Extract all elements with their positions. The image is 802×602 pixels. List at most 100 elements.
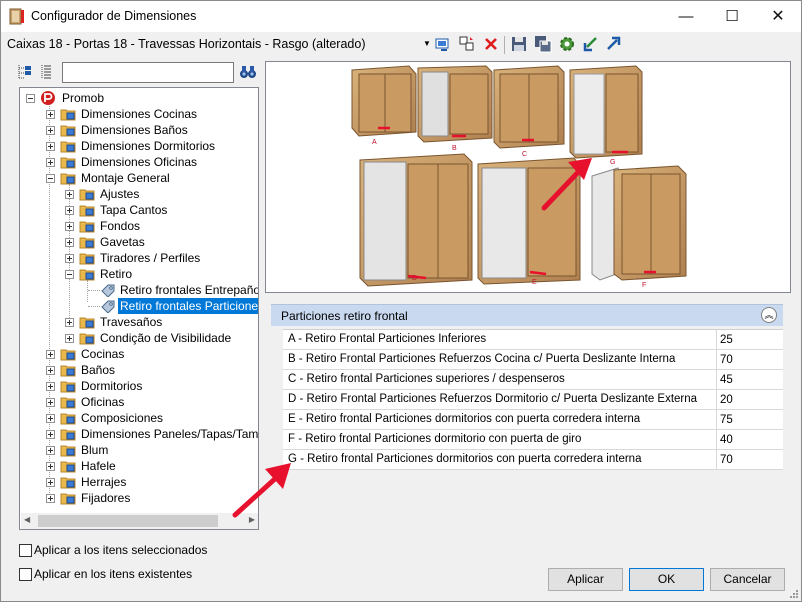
property-label: A - Retiro Frontal Particiones Inferiore…	[288, 333, 487, 345]
cabinet-illustration: A B C G D E F	[351, 65, 687, 289]
property-value-input[interactable]: 70	[716, 450, 783, 470]
table-row: B - Retiro Frontal Particiones Refuerzos…	[283, 350, 783, 370]
save-as-icon[interactable]	[534, 35, 552, 53]
export-icon[interactable]	[604, 35, 622, 53]
expand-toggle[interactable]	[46, 478, 55, 487]
folder-icon	[79, 253, 95, 265]
property-value-input[interactable]: 25	[716, 330, 783, 350]
ok-button[interactable]: OK	[629, 568, 704, 591]
folder-icon	[79, 317, 95, 329]
cabinet-e	[477, 157, 581, 285]
panel-title: Particiones retiro frontal	[281, 309, 408, 323]
apply-button[interactable]: Aplicar	[548, 568, 623, 591]
property-label: B - Retiro Frontal Particiones Refuerzos…	[288, 353, 676, 365]
chevron-down-icon[interactable]: ▼	[423, 39, 431, 48]
tree-item-label: Fijadores	[81, 491, 131, 505]
tree-item-label: Ajustes	[100, 187, 140, 201]
save-icon[interactable]	[510, 35, 528, 53]
folder-icon	[60, 461, 76, 473]
expand-toggle[interactable]	[65, 222, 74, 231]
window-title: Configurador de Dimensiones	[31, 9, 197, 23]
table-row: F - Retiro frontal Particiones dormitori…	[283, 430, 783, 450]
new-config-icon[interactable]	[434, 35, 452, 53]
property-label: E - Retiro frontal Particiones dormitori…	[288, 413, 641, 425]
expand-toggle[interactable]	[46, 110, 55, 119]
folder-icon	[60, 477, 76, 489]
expand-toggle[interactable]	[65, 334, 74, 343]
expand-toggle[interactable]	[65, 190, 74, 199]
resize-grip-icon[interactable]	[787, 587, 799, 599]
property-value-input[interactable]: 70	[716, 350, 783, 370]
expand-toggle[interactable]	[46, 494, 55, 503]
settings-gear-icon[interactable]	[558, 35, 576, 53]
minimize-button[interactable]: —	[663, 1, 709, 32]
tree-item-label: Retiro frontales Particiones	[118, 298, 258, 314]
property-value-input[interactable]: 75	[716, 410, 783, 430]
table-row: E - Retiro frontal Particiones dormitori…	[283, 410, 783, 430]
collapse-panel-button[interactable]: ︽	[761, 307, 777, 323]
expand-toggle[interactable]	[65, 238, 74, 247]
property-value-input[interactable]: 40	[716, 430, 783, 450]
expand-toggle[interactable]	[46, 142, 55, 151]
app-icon	[9, 8, 24, 25]
label-d: D	[412, 275, 417, 282]
cabinet-d	[359, 153, 473, 287]
close-button[interactable]: ✕	[755, 1, 801, 32]
tag-icon	[101, 300, 115, 313]
expand-toggle[interactable]	[46, 366, 55, 375]
collapse-toggle[interactable]	[65, 270, 74, 279]
expand-toggle[interactable]	[46, 126, 55, 135]
tree-item-label: Blum	[81, 443, 109, 457]
tag-icon	[101, 284, 115, 297]
scroll-thumb[interactable]	[38, 515, 218, 527]
expand-all-icon[interactable]	[39, 63, 55, 81]
dimension-configurator-window: Configurador de Dimensiones — ☐ ✕ Caixas…	[0, 0, 802, 602]
expand-toggle[interactable]	[65, 318, 74, 327]
cabinet-f	[591, 165, 687, 281]
red-arrow-icon	[232, 463, 291, 518]
expand-toggle[interactable]	[46, 350, 55, 359]
cancel-button[interactable]: Cancelar	[710, 568, 785, 591]
expand-toggle[interactable]	[46, 446, 55, 455]
label-b: B	[452, 145, 457, 152]
expand-toggle[interactable]	[46, 398, 55, 407]
property-value-input[interactable]: 45	[716, 370, 783, 390]
folder-icon	[60, 109, 76, 121]
apply-selected-label: Aplicar a los itens seleccionados	[34, 543, 208, 557]
panel-header: Particiones retiro frontal ︽	[271, 304, 783, 326]
maximize-button[interactable]: ☐	[709, 1, 755, 32]
tree-search-input[interactable]	[62, 62, 234, 83]
folder-icon	[60, 349, 76, 361]
collapse-toggle[interactable]	[26, 94, 35, 103]
copy-config-icon[interactable]	[458, 35, 476, 53]
expand-toggle[interactable]	[46, 158, 55, 167]
configuration-toolbar: Caixas 18 - Portas 18 - Travessas Horizo…	[1, 33, 801, 57]
tree-item-label: Retiro frontales Entrepaño	[120, 283, 259, 297]
property-value-input[interactable]: 20	[716, 390, 783, 410]
cabinet-b	[417, 65, 493, 143]
import-icon[interactable]	[582, 35, 600, 53]
binoculars-search-icon[interactable]	[239, 64, 257, 80]
configuration-dropdown[interactable]: Caixas 18 - Portas 18 - Travessas Horizo…	[7, 37, 365, 51]
expand-toggle[interactable]	[65, 206, 74, 215]
expand-toggle[interactable]	[46, 430, 55, 439]
expand-toggle[interactable]	[46, 414, 55, 423]
collapse-toggle[interactable]	[46, 174, 55, 183]
tree-item-label: Promob	[62, 91, 105, 105]
table-row: A - Retiro Frontal Particiones Inferiore…	[283, 330, 783, 350]
expand-toggle[interactable]	[65, 254, 74, 263]
folder-icon	[60, 493, 76, 505]
collapse-all-icon[interactable]	[17, 63, 33, 81]
tree-item-label: Dimensiones Cocinas	[81, 107, 198, 121]
scroll-left-icon[interactable]: ◀	[24, 515, 30, 524]
apply-existing-checkbox[interactable]	[19, 568, 32, 581]
label-g: G	[610, 159, 615, 166]
tree-item-label: Gavetas	[100, 235, 145, 249]
apply-selected-checkbox[interactable]	[19, 544, 32, 557]
folder-open-icon	[60, 173, 76, 185]
tree-item-label: Dimensiones Paneles/Tapas/Tambu	[81, 427, 259, 441]
expand-toggle[interactable]	[46, 382, 55, 391]
expand-toggle[interactable]	[46, 462, 55, 471]
tree-horizontal-scrollbar[interactable]: ◀ ▶	[21, 513, 258, 529]
delete-icon[interactable]	[482, 35, 500, 53]
